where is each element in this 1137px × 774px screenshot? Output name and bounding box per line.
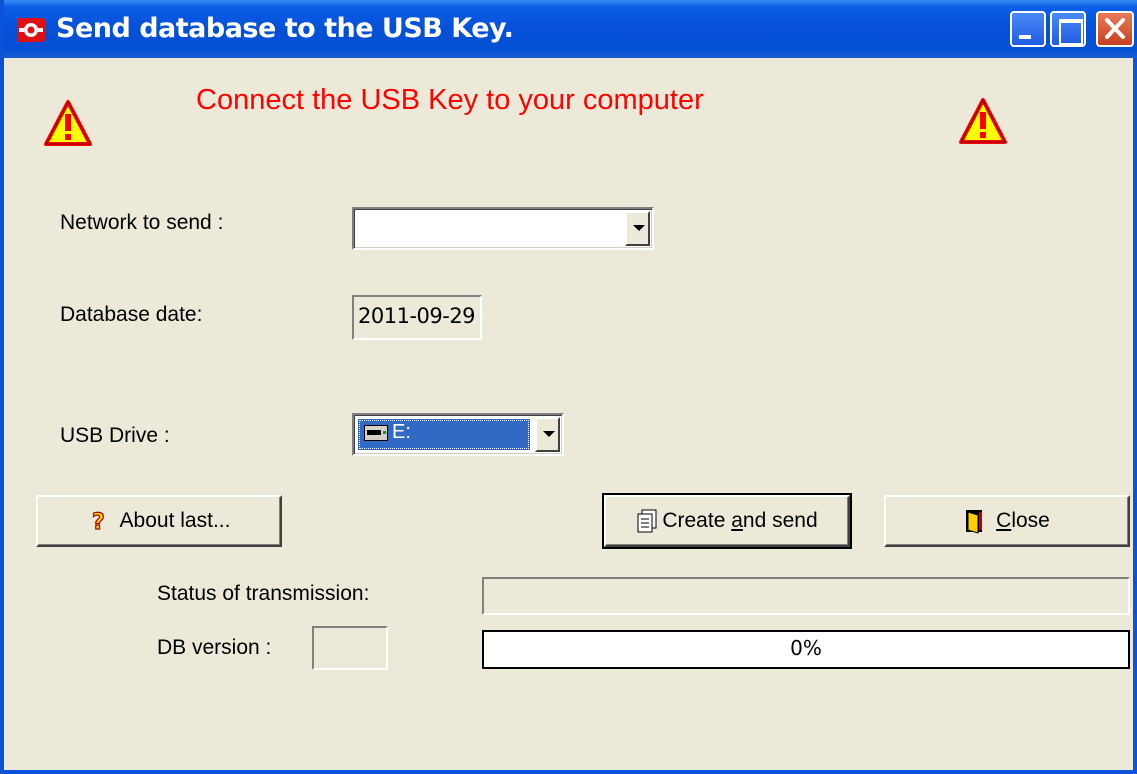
about-last-button[interactable]: ? About last... — [36, 495, 282, 547]
close-accelerator: C — [996, 509, 1012, 532]
removable-drive-icon — [364, 425, 388, 441]
usb-drive-label: USB Drive : — [60, 424, 170, 447]
create-and-send-label-suffix: nd send — [742, 509, 818, 532]
create-and-send-button[interactable]: Create and send — [602, 493, 852, 549]
document-send-icon — [637, 509, 657, 533]
network-dropdown-arrow[interactable] — [625, 211, 650, 246]
progress-bar: 0% — [482, 630, 1130, 669]
svg-text:?: ? — [92, 510, 105, 534]
exit-door-icon — [966, 510, 983, 534]
transmission-status-label: Status of transmission: — [157, 582, 370, 605]
progress-percent: 0% — [790, 636, 822, 660]
usb-drive-value: E: — [392, 421, 411, 443]
minimize-button[interactable] — [1010, 11, 1046, 47]
maximize-button[interactable] — [1050, 11, 1086, 47]
network-select[interactable] — [352, 207, 654, 250]
app-logo-icon — [17, 18, 45, 42]
close-label-suffix: lose — [1011, 509, 1050, 532]
connect-usb-message: Connect the USB Key to your computer — [196, 84, 704, 116]
close-icon — [1105, 18, 1125, 39]
database-date-label: Database date: — [60, 303, 203, 326]
database-date-value: 2011-09-29 — [358, 304, 476, 328]
close-window-button[interactable] — [1096, 11, 1134, 47]
warning-triangle-icon — [959, 98, 1007, 144]
create-and-send-accelerator: a — [731, 509, 743, 532]
usb-drive-dropdown-arrow[interactable] — [535, 417, 560, 452]
create-and-send-label: Create and send — [662, 509, 817, 533]
db-version-field — [312, 626, 388, 670]
create-and-send-label-prefix: Create — [662, 509, 732, 532]
question-mark-icon: ? — [91, 509, 105, 534]
about-last-label: About last... — [119, 509, 231, 532]
close-button[interactable]: Close — [884, 495, 1130, 547]
dialog-window: Send database to the USB Key. Connect th… — [0, 0, 1137, 774]
warning-triangle-icon — [44, 100, 92, 146]
title-bar[interactable]: Send database to the USB Key. — [4, 0, 1137, 58]
usb-drive-selected: E: — [358, 419, 530, 450]
transmission-status-field — [482, 577, 1130, 615]
database-date-field: 2011-09-29 — [352, 295, 482, 340]
close-label: Close — [996, 509, 1050, 533]
db-version-label: DB version : — [157, 636, 272, 659]
network-label: Network to send : — [60, 211, 224, 234]
usb-drive-select[interactable]: E: — [352, 413, 564, 456]
window-title: Send database to the USB Key. — [56, 13, 514, 44]
